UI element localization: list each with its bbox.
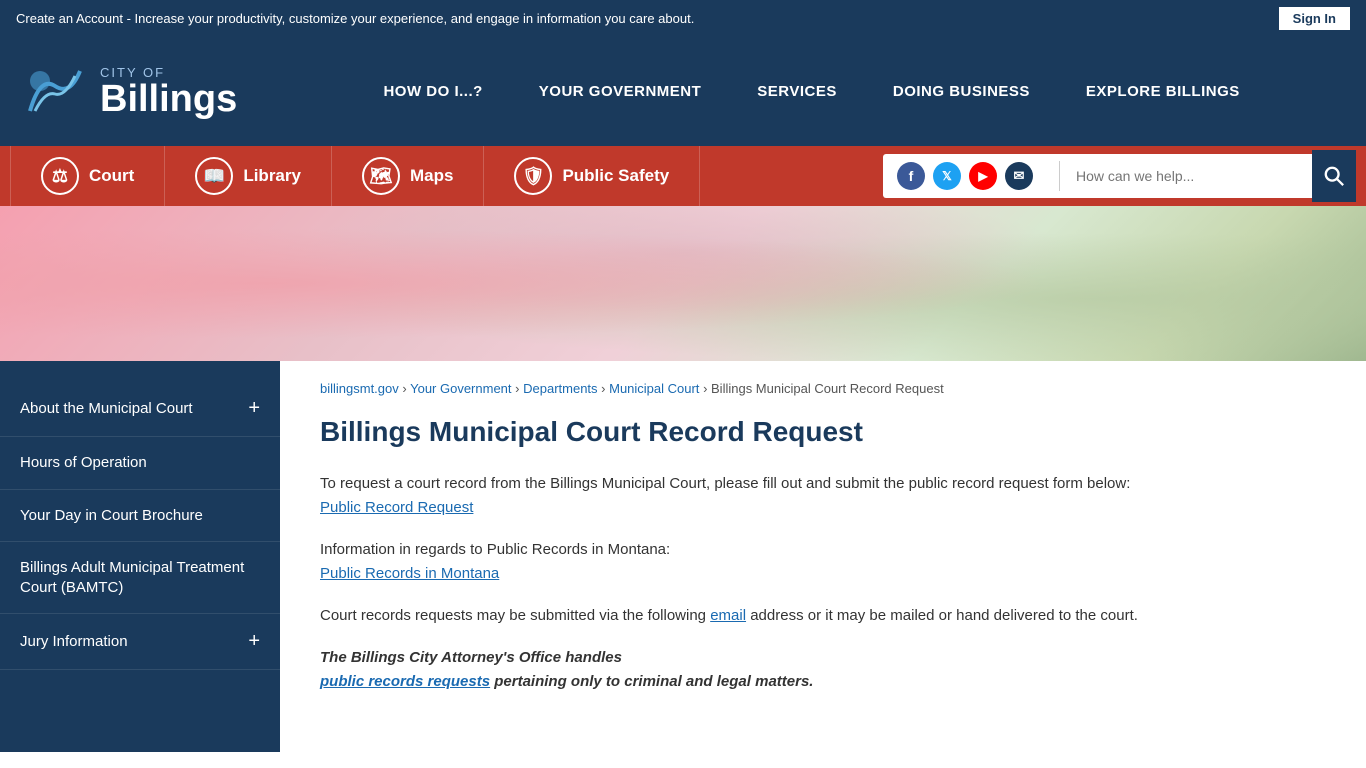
breadcrumb-sep-2: › — [515, 381, 523, 396]
top-bar-message: Create an Account - Increase your produc… — [16, 11, 1279, 26]
twitter-icon[interactable]: 𝕏 — [933, 162, 961, 190]
attorney-text: The Billings City Attorney's Office hand… — [320, 649, 622, 666]
sidebar-item-bamtc-label: Billings Adult Municipal Treatment Court… — [20, 558, 260, 597]
search-divider — [1059, 161, 1060, 191]
public-records-montana-link[interactable]: Public Records in Montana — [320, 565, 499, 582]
paragraph-3: Court records requests may be submitted … — [320, 604, 1140, 628]
sidebar-item-jury-label: Jury Information — [20, 632, 238, 652]
library-label: Library — [243, 166, 301, 186]
quick-library[interactable]: 📖 Library — [165, 146, 332, 206]
sidebar: About the Municipal Court + Hours of Ope… — [0, 361, 280, 752]
paragraph-1-text: To request a court record from the Billi… — [320, 475, 1130, 492]
main-content: billingsmt.gov › Your Government › Depar… — [280, 361, 1366, 752]
nav-services[interactable]: SERVICES — [729, 36, 865, 146]
public-records-requests-link[interactable]: public records requests — [320, 673, 490, 690]
public-record-request-link[interactable]: Public Record Request — [320, 499, 473, 516]
sidebar-item-hours-label: Hours of Operation — [20, 453, 260, 473]
billings-label: Billings — [100, 80, 237, 118]
breadcrumb: billingsmt.gov › Your Government › Depar… — [320, 381, 1326, 396]
sidebar-about-plus-icon: + — [248, 397, 260, 420]
breadcrumb-current: Billings Municipal Court Record Request — [711, 381, 944, 396]
city-logo-icon — [20, 56, 90, 126]
facebook-icon[interactable]: f — [897, 162, 925, 190]
public-safety-label: Public Safety — [562, 166, 669, 186]
logo-link[interactable]: CITY OF Billings — [20, 56, 237, 126]
breadcrumb-sep-4: › — [703, 381, 711, 396]
paragraph-4: The Billings City Attorney's Office hand… — [320, 646, 1140, 694]
search-button[interactable] — [1312, 150, 1356, 202]
maps-icon: 🗺 — [362, 157, 400, 195]
breadcrumb-court[interactable]: Municipal Court — [609, 381, 699, 396]
court-label: Court — [89, 166, 134, 186]
sidebar-item-brochure-label: Your Day in Court Brochure — [20, 506, 260, 526]
breadcrumb-gov[interactable]: Your Government — [410, 381, 511, 396]
court-icon: ⚖ — [41, 157, 79, 195]
sidebar-item-brochure[interactable]: Your Day in Court Brochure — [0, 490, 280, 543]
page-title: Billings Municipal Court Record Request — [320, 416, 1326, 448]
quick-public-safety[interactable]: 🛡 Public Safety — [484, 146, 700, 206]
nav-explore-billings[interactable]: EXPLORE BILLINGS — [1058, 36, 1268, 146]
sidebar-item-about[interactable]: About the Municipal Court + — [0, 381, 280, 437]
public-safety-icon: 🛡 — [514, 157, 552, 195]
search-input[interactable] — [1076, 168, 1296, 184]
attorney-text-2: pertaining only to criminal and legal ma… — [490, 673, 813, 690]
paragraph-2-text: Information in regards to Public Records… — [320, 541, 670, 558]
paragraph-2: Information in regards to Public Records… — [320, 538, 1140, 586]
paragraph-1: To request a court record from the Billi… — [320, 472, 1140, 520]
email-link[interactable]: email — [710, 607, 746, 624]
sidebar-item-bamtc[interactable]: Billings Adult Municipal Treatment Court… — [0, 542, 280, 614]
search-icon — [1323, 165, 1345, 187]
sidebar-item-hours[interactable]: Hours of Operation — [0, 437, 280, 490]
paragraph-3-text: Court records requests may be submitted … — [320, 607, 1138, 624]
sidebar-jury-plus-icon: + — [248, 630, 260, 653]
search-social-area: f 𝕏 ▶ ✉ — [883, 154, 1356, 198]
quick-maps[interactable]: 🗺 Maps — [332, 146, 484, 206]
sidebar-item-about-label: About the Municipal Court — [20, 399, 238, 419]
nav-your-government[interactable]: YOUR GOVERNMENT — [511, 36, 730, 146]
social-icons: f 𝕏 ▶ ✉ — [897, 162, 1033, 190]
breadcrumb-sep-1: › — [402, 381, 410, 396]
breadcrumb-home[interactable]: billingsmt.gov — [320, 381, 399, 396]
hero-image — [0, 206, 1366, 361]
maps-label: Maps — [410, 166, 453, 186]
email-icon[interactable]: ✉ — [1005, 162, 1033, 190]
content-body: To request a court record from the Billi… — [320, 472, 1140, 694]
content-wrap: About the Municipal Court + Hours of Ope… — [0, 361, 1366, 752]
nav-doing-business[interactable]: DOING BUSINESS — [865, 36, 1058, 146]
top-bar: Create an Account - Increase your produc… — [0, 0, 1366, 36]
main-nav: HOW DO I...? YOUR GOVERNMENT SERVICES DO… — [277, 36, 1346, 146]
breadcrumb-sep-3: › — [601, 381, 609, 396]
library-icon: 📖 — [195, 157, 233, 195]
quick-court[interactable]: ⚖ Court — [10, 146, 165, 206]
breadcrumb-dept[interactable]: Departments — [523, 381, 597, 396]
sign-in-button[interactable]: Sign In — [1279, 7, 1350, 30]
nav-how-do-i[interactable]: HOW DO I...? — [355, 36, 510, 146]
quick-bar: ⚖ Court 📖 Library 🗺 Maps 🛡 Public Safety… — [0, 146, 1366, 206]
main-header: CITY OF Billings HOW DO I...? YOUR GOVER… — [0, 36, 1366, 146]
youtube-icon[interactable]: ▶ — [969, 162, 997, 190]
logo-text: CITY OF Billings — [100, 65, 237, 118]
sidebar-item-jury[interactable]: Jury Information + — [0, 614, 280, 670]
